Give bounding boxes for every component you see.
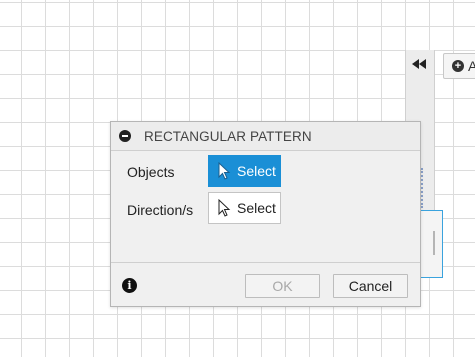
directions-label: Direction/s	[127, 202, 194, 218]
objects-label: Objects	[127, 164, 175, 180]
cancel-button[interactable]: Cancel	[333, 274, 408, 298]
add-tool-label: A	[468, 58, 475, 74]
directions-select-label: Select	[237, 200, 276, 216]
collapse-panel-button[interactable]	[406, 52, 432, 76]
frame-handle[interactable]	[433, 231, 435, 255]
info-icon[interactable]: i	[122, 278, 137, 293]
objects-select-label: Select	[237, 163, 276, 179]
dialog-footer: i OK Cancel	[111, 263, 420, 307]
ok-button[interactable]: OK	[245, 274, 320, 298]
dialog-body: Objects Select Direction/s Select	[111, 151, 420, 263]
dotted-guide	[421, 168, 426, 208]
minus-circle-icon[interactable]	[119, 130, 131, 142]
dialog-title: RECTANGULAR PATTERN	[144, 128, 312, 144]
directions-select-button[interactable]: Select	[208, 192, 281, 224]
add-tool-button[interactable]: + A	[443, 53, 475, 79]
selection-frame	[418, 210, 443, 278]
plus-circle-icon: +	[452, 60, 464, 72]
objects-select-button[interactable]: Select	[208, 155, 281, 187]
rectangular-pattern-dialog: RECTANGULAR PATTERN Objects Select Direc…	[110, 121, 421, 307]
cursor-arrow-icon	[218, 162, 231, 180]
dialog-header: RECTANGULAR PATTERN	[111, 122, 420, 151]
cursor-arrow-icon	[218, 199, 231, 217]
collapse-double-arrow-icon	[412, 59, 426, 69]
